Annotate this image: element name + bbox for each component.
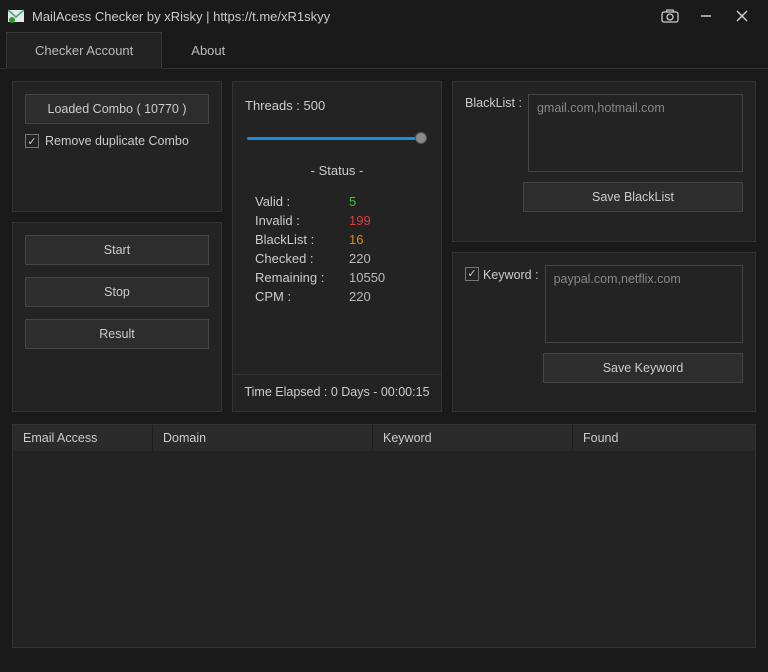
result-button[interactable]: Result <box>25 319 209 349</box>
blacklist-panel: BlackList : gmail.com,hotmail.com Save B… <box>452 81 756 242</box>
remove-duplicate-checkbox[interactable]: ✓ <box>25 134 39 148</box>
loaded-combo-button[interactable]: Loaded Combo ( 10770 ) <box>25 94 209 124</box>
keyword-input[interactable]: paypal.com,netflix.com <box>545 265 743 343</box>
threads-slider[interactable] <box>247 131 427 145</box>
keyword-checkbox[interactable]: ✓ <box>465 267 479 281</box>
table-header-row: Email Access Domain Keyword Found <box>13 425 755 451</box>
status-cpm-k: CPM : <box>255 289 335 304</box>
controls-panel: Start Stop Result <box>12 222 222 413</box>
th-domain[interactable]: Domain <box>153 425 373 451</box>
titlebar: MailAcess Checker by xRisky | https://t.… <box>0 0 768 32</box>
camera-icon[interactable] <box>652 2 688 30</box>
tab-checker-account[interactable]: Checker Account <box>6 32 162 69</box>
threads-label: Threads : 500 <box>245 98 429 113</box>
slider-track <box>247 137 427 140</box>
status-valid-k: Valid : <box>255 194 335 209</box>
app-icon <box>8 8 24 24</box>
slider-thumb[interactable] <box>415 132 427 144</box>
tab-about[interactable]: About <box>162 32 254 68</box>
tab-bar: Checker Account About <box>0 32 768 69</box>
status-blacklist-k: BlackList : <box>255 232 335 247</box>
status-checked-v: 220 <box>349 251 419 266</box>
main-content: Loaded Combo ( 10770 ) ✓ Remove duplicat… <box>0 69 768 424</box>
start-button[interactable]: Start <box>25 235 209 265</box>
close-button[interactable] <box>724 2 760 30</box>
save-blacklist-button[interactable]: Save BlackList <box>523 182 743 212</box>
status-header: - Status - <box>245 163 429 178</box>
th-email-access[interactable]: Email Access <box>13 425 153 451</box>
results-table: Email Access Domain Keyword Found <box>12 424 756 648</box>
status-valid-v: 5 <box>349 194 419 209</box>
blacklist-label: BlackList : <box>465 96 522 110</box>
blacklist-input[interactable]: gmail.com,hotmail.com <box>528 94 743 172</box>
remove-duplicate-row[interactable]: ✓ Remove duplicate Combo <box>25 134 209 148</box>
status-checked-k: Checked : <box>255 251 335 266</box>
remove-duplicate-label: Remove duplicate Combo <box>45 134 189 148</box>
status-cpm-v: 220 <box>349 289 419 304</box>
keyword-label: Keyword : <box>483 268 539 282</box>
time-elapsed: Time Elapsed : 0 Days - 00:00:15 <box>233 374 441 399</box>
status-invalid-v: 199 <box>349 213 419 228</box>
combo-panel: Loaded Combo ( 10770 ) ✓ Remove duplicat… <box>12 81 222 212</box>
status-invalid-k: Invalid : <box>255 213 335 228</box>
minimize-button[interactable] <box>688 2 724 30</box>
th-keyword[interactable]: Keyword <box>373 425 573 451</box>
status-remaining-k: Remaining : <box>255 270 335 285</box>
window-title: MailAcess Checker by xRisky | https://t.… <box>32 9 330 24</box>
th-found[interactable]: Found <box>573 425 755 451</box>
status-blacklist-v: 16 <box>349 232 419 247</box>
stop-button[interactable]: Stop <box>25 277 209 307</box>
status-grid: Valid : 5 Invalid : 199 BlackList : 16 C… <box>255 194 419 304</box>
save-keyword-button[interactable]: Save Keyword <box>543 353 743 383</box>
status-remaining-v: 10550 <box>349 270 419 285</box>
center-panel: Threads : 500 - Status - Valid : 5 Inval… <box>232 81 442 412</box>
app-window: MailAcess Checker by xRisky | https://t.… <box>0 0 768 672</box>
keyword-panel: ✓ Keyword : paypal.com,netflix.com Save … <box>452 252 756 413</box>
